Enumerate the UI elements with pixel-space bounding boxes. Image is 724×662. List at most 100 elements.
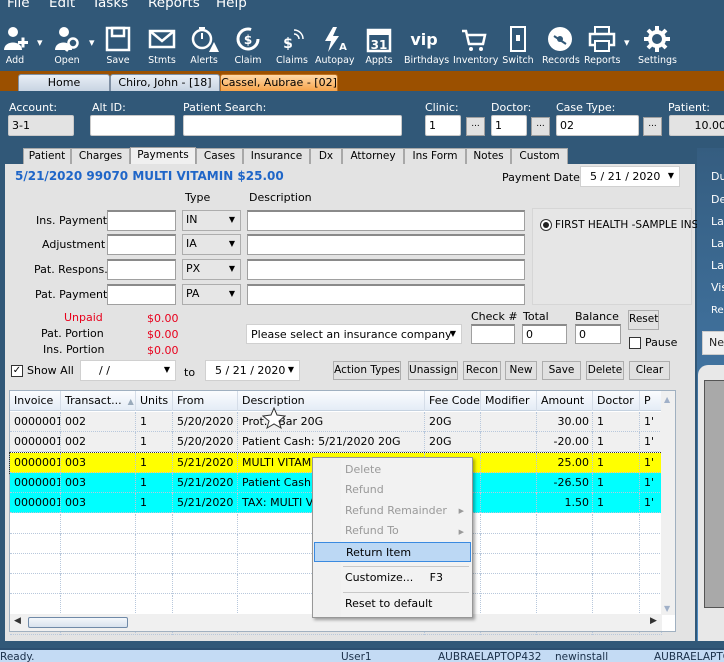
patient-tab-chiro-john[interactable]: Chiro, John - [18] bbox=[110, 74, 220, 91]
menu-item-delete[interactable]: Delete bbox=[314, 460, 471, 480]
open-button[interactable]: Open bbox=[50, 20, 84, 70]
scroll-right-icon[interactable]: ▶ bbox=[650, 616, 657, 626]
insurance-company-select[interactable]: Please select an insurance company ▼ bbox=[246, 324, 462, 344]
menu-file[interactable]: File bbox=[7, 0, 30, 11]
settings-button[interactable]: Settings bbox=[638, 20, 677, 70]
menu-tasks[interactable]: Tasks bbox=[92, 0, 128, 11]
claims-button[interactable]: $ Claims bbox=[276, 20, 308, 70]
delete-button[interactable]: Delete bbox=[586, 361, 624, 380]
reset-button[interactable]: Reset bbox=[628, 310, 659, 330]
altid-field[interactable] bbox=[90, 115, 175, 136]
menu-item-customize[interactable]: Customize... F3 bbox=[314, 568, 471, 588]
ins-payment-type-select[interactable]: IN ▼ bbox=[182, 210, 241, 231]
appts-button[interactable]: 31 Appts bbox=[363, 20, 395, 70]
tab-patient[interactable]: Patient bbox=[23, 148, 71, 165]
scroll-up-icon[interactable]: ▲ bbox=[664, 395, 670, 404]
pat-respons-amount[interactable] bbox=[107, 259, 176, 280]
case-type-lookup-button[interactable]: ... bbox=[643, 117, 662, 136]
save-button[interactable]: Save bbox=[542, 361, 581, 380]
col-fee-code[interactable]: Fee Code bbox=[425, 391, 481, 411]
menu-item-refund[interactable]: Refund bbox=[314, 480, 471, 500]
clear-button[interactable]: Clear bbox=[629, 361, 670, 380]
birthdays-button[interactable]: vip Birthdays bbox=[404, 20, 449, 70]
from-date-picker[interactable]: / / ▼ bbox=[80, 360, 176, 381]
new-button[interactable]: New bbox=[505, 361, 537, 380]
menu-item-refund-to[interactable]: Refund To bbox=[314, 521, 471, 541]
action-types-button[interactable]: Action Types bbox=[333, 361, 401, 380]
horizontal-scroll-thumb[interactable] bbox=[28, 617, 128, 628]
patient-tab-home[interactable]: Home bbox=[18, 74, 110, 91]
doctor-field[interactable]: 1 bbox=[491, 115, 527, 136]
claim-button[interactable]: $ Claim bbox=[232, 20, 264, 70]
col-transaction[interactable]: Transact... ▲ bbox=[61, 391, 136, 411]
ins-payment-amount[interactable] bbox=[107, 210, 176, 231]
add-dropdown-arrow[interactable]: ▾ bbox=[37, 36, 43, 49]
adjustment-type-select[interactable]: IA ▼ bbox=[182, 234, 241, 255]
stmts-button[interactable]: Stmts bbox=[146, 20, 178, 70]
unassign-button[interactable]: Unassign bbox=[408, 361, 458, 380]
clinic-lookup-button[interactable]: ... bbox=[466, 117, 485, 136]
col-doctor[interactable]: Doctor bbox=[593, 391, 640, 411]
scroll-left-icon[interactable]: ◀ bbox=[14, 616, 21, 626]
open-dropdown-arrow[interactable]: ▾ bbox=[89, 36, 95, 49]
clinic-field[interactable]: 1 bbox=[425, 115, 461, 136]
pat-payment-amount[interactable] bbox=[107, 284, 176, 305]
col-units[interactable]: Units bbox=[136, 391, 173, 411]
reports-button[interactable]: Reports bbox=[584, 20, 620, 70]
col-modifier[interactable]: Modifier bbox=[481, 391, 537, 411]
tab-custom[interactable]: Custom bbox=[511, 148, 568, 165]
balance-field[interactable]: 0 bbox=[575, 324, 621, 344]
to-date-picker[interactable]: 5 / 21 / 2020 ▼ bbox=[205, 360, 300, 381]
pause-checkbox[interactable] bbox=[629, 337, 641, 349]
patient-search-input[interactable] bbox=[183, 115, 402, 136]
save-toolbar-button[interactable]: Save bbox=[103, 20, 133, 70]
insurance-radio[interactable] bbox=[540, 219, 552, 231]
autopay-button[interactable]: A Autopay bbox=[315, 20, 355, 70]
menu-edit[interactable]: Edit bbox=[49, 0, 75, 11]
col-amount[interactable]: Amount bbox=[537, 391, 593, 411]
account-field[interactable]: 3-1 bbox=[8, 115, 74, 136]
table-row[interactable]: 0000001 002 1 5/20/2020 Prot… Bar 20G 20G 30.0… bbox=[10, 412, 662, 432]
tab-notes[interactable]: Notes bbox=[466, 148, 511, 165]
switch-button[interactable]: Switch bbox=[502, 20, 534, 70]
doctor-lookup-button[interactable]: ... bbox=[531, 117, 550, 136]
tab-dx[interactable]: Dx bbox=[310, 148, 342, 165]
pat-payment-type-select[interactable]: PA ▼ bbox=[182, 284, 241, 305]
case-type-field[interactable]: 02 bbox=[556, 115, 639, 136]
inventory-button[interactable]: Inventory bbox=[453, 20, 498, 70]
pat-respons-description[interactable] bbox=[247, 259, 525, 280]
vertical-scrollbar[interactable]: ▲ ▼ bbox=[661, 391, 675, 615]
show-all-checkbox[interactable]: ✓ bbox=[11, 365, 23, 377]
menu-item-return-item[interactable]: Return Item bbox=[314, 542, 471, 562]
table-row[interactable]: 0000001 002 1 5/20/2020 Patient Cash: 5/21/2… bbox=[10, 432, 662, 453]
adjustment-amount[interactable] bbox=[107, 234, 176, 255]
payment-date-picker[interactable]: 5 / 21 / 2020 ▼ bbox=[580, 166, 680, 187]
menu-item-refund-remainder[interactable]: Refund Remainder bbox=[314, 501, 471, 521]
tab-charges[interactable]: Charges bbox=[71, 148, 130, 165]
col-from[interactable]: From bbox=[173, 391, 238, 411]
col-p[interactable]: P bbox=[640, 391, 662, 411]
pat-respons-type-select[interactable]: PX ▼ bbox=[182, 259, 241, 280]
scroll-down-icon[interactable]: ▼ bbox=[664, 604, 670, 613]
tab-insurance[interactable]: Insurance bbox=[243, 148, 310, 165]
tab-attorney[interactable]: Attorney bbox=[342, 148, 404, 165]
alerts-button[interactable]: Alerts bbox=[188, 20, 220, 70]
add-button[interactable]: Add bbox=[0, 20, 30, 70]
check-number-field[interactable] bbox=[471, 324, 515, 344]
reports-dropdown-arrow[interactable]: ▾ bbox=[624, 36, 630, 49]
col-invoice[interactable]: Invoice bbox=[10, 391, 61, 411]
next-button[interactable]: Nex bbox=[702, 331, 724, 355]
menu-help[interactable]: Help bbox=[216, 0, 247, 11]
total-field[interactable]: 0 bbox=[522, 324, 567, 344]
recon-button[interactable]: Recon bbox=[463, 361, 501, 380]
tab-ins-form[interactable]: Ins Form bbox=[404, 148, 466, 165]
tab-cases[interactable]: Cases bbox=[196, 148, 243, 165]
pat-payment-description[interactable] bbox=[247, 284, 525, 305]
menu-item-reset-to-default[interactable]: Reset to default bbox=[314, 594, 471, 614]
ins-payment-description[interactable] bbox=[247, 210, 525, 231]
tab-payments[interactable]: Payments bbox=[130, 147, 196, 165]
patient-tab-cassel-aubrae[interactable]: Cassel, Aubrae - [02] bbox=[220, 74, 338, 91]
records-button[interactable]: Records bbox=[542, 20, 580, 70]
adjustment-description[interactable] bbox=[247, 234, 525, 255]
menu-reports[interactable]: Reports bbox=[148, 0, 200, 11]
